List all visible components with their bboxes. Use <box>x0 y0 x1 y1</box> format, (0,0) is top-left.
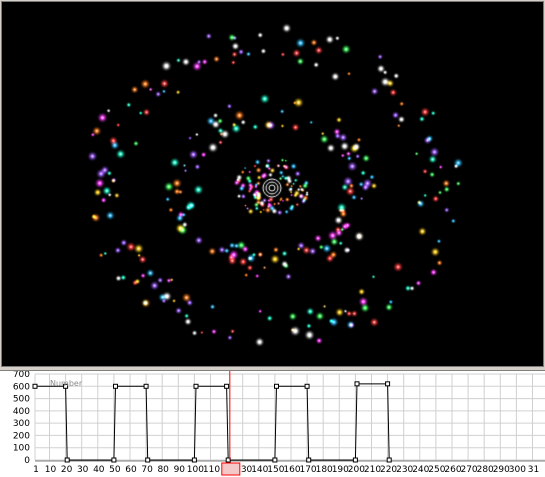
y-tick-label: 600 <box>13 382 30 392</box>
x-tick-label: 230 <box>396 465 413 475</box>
x-tick-label: 280 <box>477 465 494 475</box>
x-tick-label: 200 <box>348 465 365 475</box>
x-tick-label: 80 <box>157 465 169 475</box>
x-tick-label: 90 <box>174 465 186 475</box>
x-tick-label: 210 <box>364 465 381 475</box>
x-tick-label: 150 <box>267 465 284 475</box>
x-tick-label: 170 <box>299 465 316 475</box>
x-tick-label: 50 <box>109 465 121 475</box>
particle-preview[interactable] <box>1 1 544 367</box>
x-tick-label: 180 <box>316 465 333 475</box>
series-line <box>35 383 390 461</box>
y-tick-label: 200 <box>13 431 30 441</box>
y-tick-label: 500 <box>13 395 30 405</box>
x-tick-label: 31 <box>528 465 539 475</box>
series-label: Number <box>50 379 83 388</box>
graph-canvas: 0100200300400500600700 1 10 20 30 40 50 60 70 80… <box>13 371 545 476</box>
series-layer <box>32 381 392 463</box>
x-tick-label: 290 <box>493 465 510 475</box>
preview-panel <box>0 0 545 368</box>
x-tick-label: 160 <box>283 465 300 475</box>
graph-grid <box>34 373 545 462</box>
keyframe-point <box>145 457 151 463</box>
keyframe-point <box>306 457 312 463</box>
x-tick-label: 220 <box>380 465 397 475</box>
keyframe-point <box>352 457 358 463</box>
x-tick-label: 140 <box>251 465 268 475</box>
keyframe-graph[interactable]: 0 100 200 300 400 500 600 700 1 10 20 30 40 50 60 70 80… <box>0 370 545 477</box>
x-tick-label: 240 <box>412 465 429 475</box>
keyframe-point <box>191 457 197 463</box>
y-tick-label: 300 <box>13 419 30 429</box>
x-tick-label: 110 <box>203 465 220 475</box>
x-tick-label: 60 <box>125 465 137 475</box>
y-tick-label: 400 <box>13 407 30 417</box>
keyframe-point <box>111 457 117 463</box>
y-tick-label: 100 <box>13 444 30 454</box>
x-tick-label: 250 <box>428 465 445 475</box>
keyframe-point <box>32 383 38 389</box>
cursor-frame-box <box>221 462 241 476</box>
keyframe-point <box>224 383 230 389</box>
keyframe-point <box>385 381 391 387</box>
y-axis-ticks: 0 100 200 300 400 500 600 700 <box>13 371 30 466</box>
keyframe-point <box>304 383 310 389</box>
keyframe-point <box>354 381 360 387</box>
x-tick-label: 100 <box>187 465 204 475</box>
x-tick-label: 190 <box>332 465 349 475</box>
x-tick-label: 300 <box>509 465 526 475</box>
x-tick-label: 40 <box>93 465 105 475</box>
x-tick-label: 30 <box>77 465 89 475</box>
keyframe-point <box>272 457 278 463</box>
keyframe-point <box>193 383 199 389</box>
y-tick-label: 0 <box>24 456 30 466</box>
keyframe-point <box>274 383 279 389</box>
particle-render <box>2 2 543 366</box>
keyframe-point <box>64 457 70 463</box>
x-axis-ticks: 1102030405060708090100110122130140150160… <box>33 465 539 475</box>
x-tick-label: 20 <box>61 465 73 475</box>
x-tick-label: 270 <box>460 465 477 475</box>
x-tick-label: 10 <box>45 465 57 475</box>
keyframe-point <box>386 457 392 463</box>
x-tick-label: 260 <box>444 465 461 475</box>
x-tick-label: 70 <box>141 465 153 475</box>
keyframe-point <box>143 383 149 389</box>
keyframe-point <box>113 383 118 389</box>
y-tick-label: 700 <box>13 371 30 380</box>
x-tick-label: 1 <box>33 465 39 475</box>
